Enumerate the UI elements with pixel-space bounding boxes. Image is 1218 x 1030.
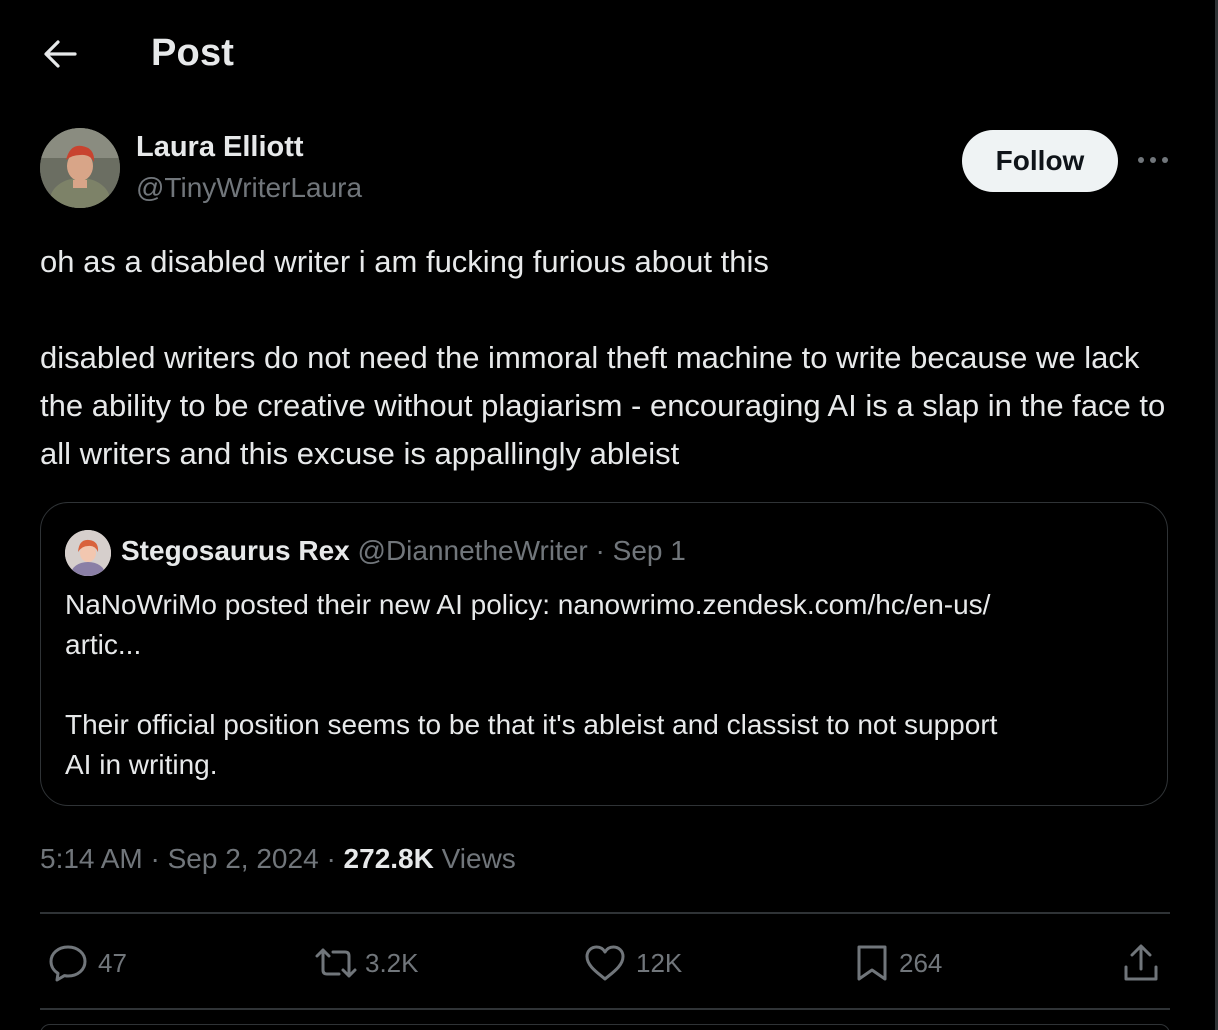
top-bar: Post <box>0 20 1218 90</box>
avatar-image <box>40 128 120 208</box>
reply-button[interactable]: 47 <box>48 940 127 986</box>
like-count: 12K <box>636 947 683 978</box>
reply-icon <box>49 945 87 982</box>
like-button[interactable]: 12K <box>584 940 682 986</box>
post-meta: 5:14 AM · Sep 2, 2024 · 272.8K Views <box>40 843 516 875</box>
share-button[interactable] <box>1122 940 1160 986</box>
quoted-author-avatar <box>65 530 111 576</box>
divider <box>40 1008 1170 1010</box>
post-text: oh as a disabled writer i am fucking fur… <box>40 244 1166 471</box>
quoted-post-card[interactable]: Stegosaurus Rex @DiannetheWriter · Sep 1… <box>40 502 1168 806</box>
more-horizontal-icon <box>1138 157 1168 163</box>
bookmark-button[interactable]: 264 <box>855 940 942 986</box>
quoted-post-text: NaNoWriMo posted their new AI policy: na… <box>65 589 998 780</box>
quoted-author-name: Stegosaurus Rex <box>121 535 350 566</box>
repost-button[interactable]: 3.2K <box>313 940 419 986</box>
meta-separator: · <box>150 843 160 874</box>
post-time[interactable]: 5:14 AM <box>40 843 143 874</box>
reply-count: 47 <box>98 947 127 978</box>
page-title: Post <box>151 32 235 74</box>
repost-icon <box>315 948 357 978</box>
author-avatar[interactable] <box>40 128 120 208</box>
post-page: Post Laura Elliott @TinyWriterLaura Foll… <box>0 0 1218 1030</box>
quoted-separator: · <box>595 535 605 566</box>
views-label: Views <box>441 843 516 874</box>
quoted-date: Sep 1 <box>612 535 686 566</box>
share-icon <box>1124 944 1158 981</box>
back-button[interactable] <box>38 34 82 74</box>
post-date[interactable]: Sep 2, 2024 <box>168 843 319 874</box>
bookmark-count: 264 <box>899 947 943 978</box>
quoted-post-header: Stegosaurus Rex @DiannetheWriter · Sep 1 <box>121 535 686 567</box>
author-handle[interactable]: @TinyWriterLaura <box>136 172 362 204</box>
bookmark-icon <box>857 945 887 981</box>
quoted-author-handle: @DiannetheWriter <box>357 535 588 566</box>
more-options-button[interactable] <box>1133 145 1173 175</box>
views-count: 272.8K <box>343 843 434 874</box>
quoted-avatar-image <box>65 530 111 576</box>
follow-button[interactable]: Follow <box>962 130 1118 192</box>
next-post-edge <box>40 1024 1170 1030</box>
divider <box>40 912 1170 914</box>
repost-count: 3.2K <box>365 947 419 978</box>
heart-icon <box>585 945 625 981</box>
meta-separator: · <box>326 843 336 874</box>
author-name[interactable]: Laura Elliott <box>136 131 304 164</box>
arrow-left-icon <box>44 40 77 68</box>
